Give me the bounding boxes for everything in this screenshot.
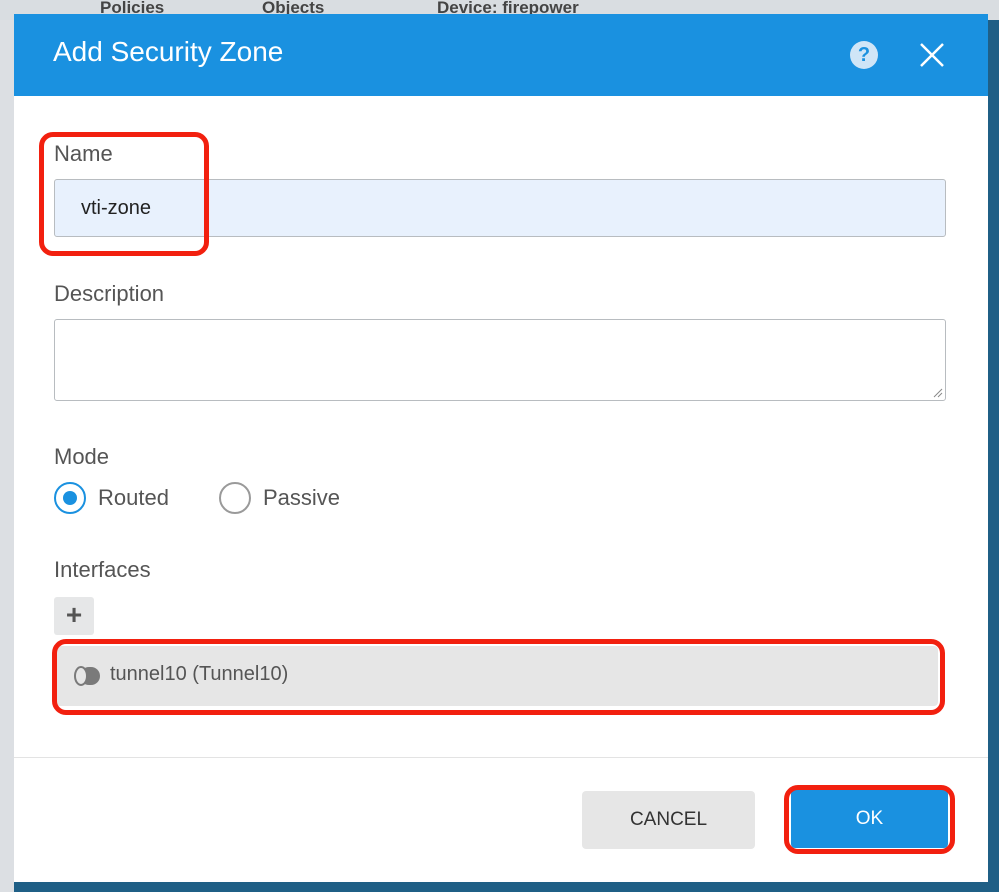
resize-grip-icon[interactable] bbox=[933, 388, 943, 398]
background-panel bbox=[0, 20, 14, 892]
radio-routed-label[interactable]: Routed bbox=[98, 485, 169, 511]
add-interface-button[interactable]: + bbox=[54, 597, 94, 635]
highlight-box-name bbox=[39, 132, 209, 256]
dialog-header: Add Security Zone ? bbox=[14, 14, 988, 96]
footer-divider bbox=[14, 757, 988, 758]
add-security-zone-dialog: Add Security Zone ? Name vti-zone Descri… bbox=[14, 14, 988, 882]
radio-passive[interactable] bbox=[219, 482, 251, 514]
help-icon[interactable]: ? bbox=[850, 41, 878, 69]
cancel-button[interactable]: CANCEL bbox=[582, 791, 755, 849]
dialog-title: Add Security Zone bbox=[53, 36, 284, 67]
mode-label: Mode bbox=[54, 444, 110, 469]
radio-passive-label[interactable]: Passive bbox=[263, 485, 340, 511]
radio-routed[interactable] bbox=[54, 482, 86, 514]
close-icon[interactable] bbox=[917, 40, 947, 70]
highlight-box-interface bbox=[52, 639, 945, 715]
description-textarea[interactable] bbox=[54, 319, 946, 401]
interfaces-label: Interfaces bbox=[54, 557, 151, 582]
highlight-box-ok bbox=[784, 785, 955, 854]
description-label: Description bbox=[54, 281, 165, 306]
